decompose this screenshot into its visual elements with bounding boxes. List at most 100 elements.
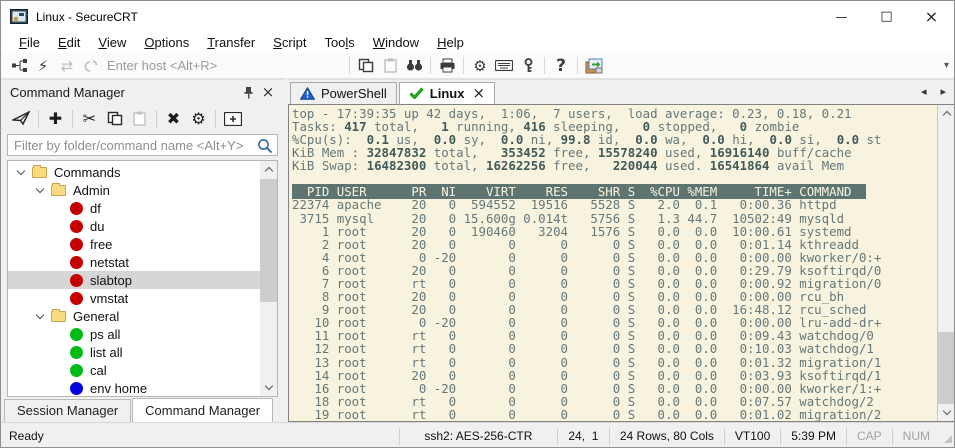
status-ready: Ready	[1, 429, 399, 443]
delete-command-icon[interactable]: ✖	[161, 107, 186, 130]
tree-item-free[interactable]: free	[8, 235, 260, 253]
menu-item-edit[interactable]: Edit	[49, 33, 89, 52]
tree-item-label: General	[73, 309, 119, 324]
tab-session-manager[interactable]: Session Manager	[4, 399, 131, 422]
status-caps-lock: CAP	[846, 428, 892, 445]
session-options-icon[interactable]: ⚙	[468, 55, 492, 77]
key-generator-icon[interactable]	[516, 55, 540, 77]
status-terminal-size: 24 Rows, 80 Cols	[609, 428, 724, 445]
tab-scroll-right-icon[interactable]: ▸	[940, 85, 946, 98]
pin-icon[interactable]	[238, 83, 258, 101]
folder-icon	[51, 185, 66, 196]
terminal-scrollbar-thumb[interactable]	[938, 332, 955, 404]
disconnect-icon[interactable]	[79, 55, 103, 77]
tree-item-label: netstat	[90, 255, 129, 270]
menu-item-window[interactable]: Window	[364, 33, 428, 52]
status-clock: 5:39 PM	[780, 428, 846, 445]
tree-item-cal[interactable]: cal	[8, 361, 260, 379]
scroll-down-icon[interactable]	[938, 404, 955, 421]
tree-item-label: list all	[90, 345, 123, 360]
tree-item-ps-all[interactable]: ps all	[8, 325, 260, 343]
search-icon	[257, 138, 273, 154]
paste-icon[interactable]	[378, 55, 402, 77]
quick-connect-icon[interactable]: ⚡	[31, 55, 55, 77]
folder-icon	[51, 311, 66, 322]
copy-command-icon[interactable]	[102, 107, 127, 130]
menu-item-options[interactable]: Options	[135, 33, 198, 52]
tab-powershell[interactable]: PowerShell	[290, 82, 397, 104]
menu-item-view[interactable]: View	[89, 33, 135, 52]
toolbar-separator	[72, 110, 73, 128]
close-tab-icon[interactable]: ×	[472, 84, 485, 102]
tree-item-admin[interactable]: Admin	[8, 181, 260, 199]
tree-scrollbar[interactable]	[260, 161, 277, 396]
tree-scrollbar-thumb[interactable]	[260, 179, 277, 302]
tree-item-list-all[interactable]: list all	[8, 343, 260, 361]
menu-item-file[interactable]: File	[10, 33, 49, 52]
command-icon	[70, 346, 83, 359]
terminal-screen[interactable]: top - 17:39:35 up 42 days, 1:06, 7 users…	[289, 105, 937, 421]
command-icon	[70, 328, 83, 341]
menu-item-script[interactable]: Script	[264, 33, 315, 52]
status-bar: Ready ssh2: AES-256-CTR 24, 1 24 Rows, 8…	[1, 422, 954, 448]
tree-item-vmstat[interactable]: vmstat	[8, 289, 260, 307]
scroll-up-icon[interactable]	[260, 161, 277, 178]
minimize-button[interactable]: —	[819, 1, 864, 32]
paste-command-icon[interactable]	[127, 107, 152, 130]
resize-grip[interactable]	[940, 428, 954, 445]
tree-item-label: slabtop	[90, 273, 132, 288]
command-icon	[70, 202, 83, 215]
tab-scroll-left-icon[interactable]: ◂	[921, 85, 927, 98]
find-icon[interactable]	[402, 55, 426, 77]
tree-item-commands[interactable]: Commands	[8, 163, 260, 181]
menu-item-transfer[interactable]: Transfer	[198, 33, 264, 52]
add-command-icon[interactable]: ✚	[43, 107, 68, 130]
menu-item-help[interactable]: Help	[428, 33, 473, 52]
tree-item-du[interactable]: du	[8, 217, 260, 235]
session-tab-bar: PowerShell Linux × ◂ ▸	[288, 80, 954, 104]
cut-icon[interactable]: ✂	[77, 107, 102, 130]
tree-item-netstat[interactable]: netstat	[8, 253, 260, 271]
menu-bar: FileEditViewOptionsTransferScriptToolsWi…	[1, 32, 954, 53]
session-wizard-icon[interactable]	[582, 55, 606, 77]
status-cursor-position: 24, 1	[557, 428, 609, 445]
terminal-scrollbar[interactable]	[937, 105, 954, 421]
tree-item-df[interactable]: df	[8, 199, 260, 217]
new-folder-icon[interactable]	[220, 107, 245, 130]
chevron-down-icon[interactable]	[17, 166, 25, 174]
command-options-icon[interactable]: ⚙	[186, 107, 211, 130]
scroll-down-icon[interactable]	[260, 379, 277, 396]
command-manager-title: Command Manager	[10, 85, 238, 100]
maximize-button[interactable]: □	[864, 1, 909, 32]
command-manager-panel: Command Manager × ✚ ✂	[1, 79, 284, 422]
command-icon	[70, 382, 83, 395]
menu-item-tools[interactable]: Tools	[315, 33, 363, 52]
chevron-down-icon[interactable]	[36, 184, 44, 192]
tree-item-label: Commands	[54, 165, 120, 180]
command-icon	[70, 220, 83, 233]
tree-item-label: df	[90, 201, 101, 216]
toolbar-overflow-icon[interactable]: ▾	[944, 60, 949, 71]
scroll-up-icon[interactable]	[938, 105, 955, 122]
connect-dialog-icon[interactable]	[7, 55, 31, 77]
keymap-icon[interactable]	[492, 55, 516, 77]
tree-item-env-home[interactable]: env home	[8, 379, 260, 396]
host-input[interactable]	[107, 58, 345, 73]
send-command-icon[interactable]	[9, 107, 34, 130]
tree-item-label: vmstat	[90, 291, 128, 306]
command-manager-toolbar: ✚ ✂ ✖ ⚙	[1, 104, 284, 133]
panel-close-icon[interactable]: ×	[258, 83, 278, 101]
print-icon[interactable]	[435, 55, 459, 77]
tab-command-manager[interactable]: Command Manager	[132, 398, 273, 422]
chevron-down-icon[interactable]	[36, 310, 44, 318]
tree-item-label: ps all	[90, 327, 120, 342]
close-button[interactable]: ×	[909, 1, 954, 32]
tree-item-general[interactable]: General	[8, 307, 260, 325]
copy-icon[interactable]	[354, 55, 378, 77]
filter-input[interactable]	[8, 138, 277, 153]
tree-item-slabtop[interactable]: slabtop	[8, 271, 260, 289]
reconnect-icon[interactable]: ⇄	[55, 55, 79, 77]
tab-linux[interactable]: Linux ×	[399, 82, 495, 104]
help-icon[interactable]: ?	[549, 55, 573, 77]
main-toolbar: ⚡ ⇄ ⚙ ? ▾	[1, 53, 954, 79]
